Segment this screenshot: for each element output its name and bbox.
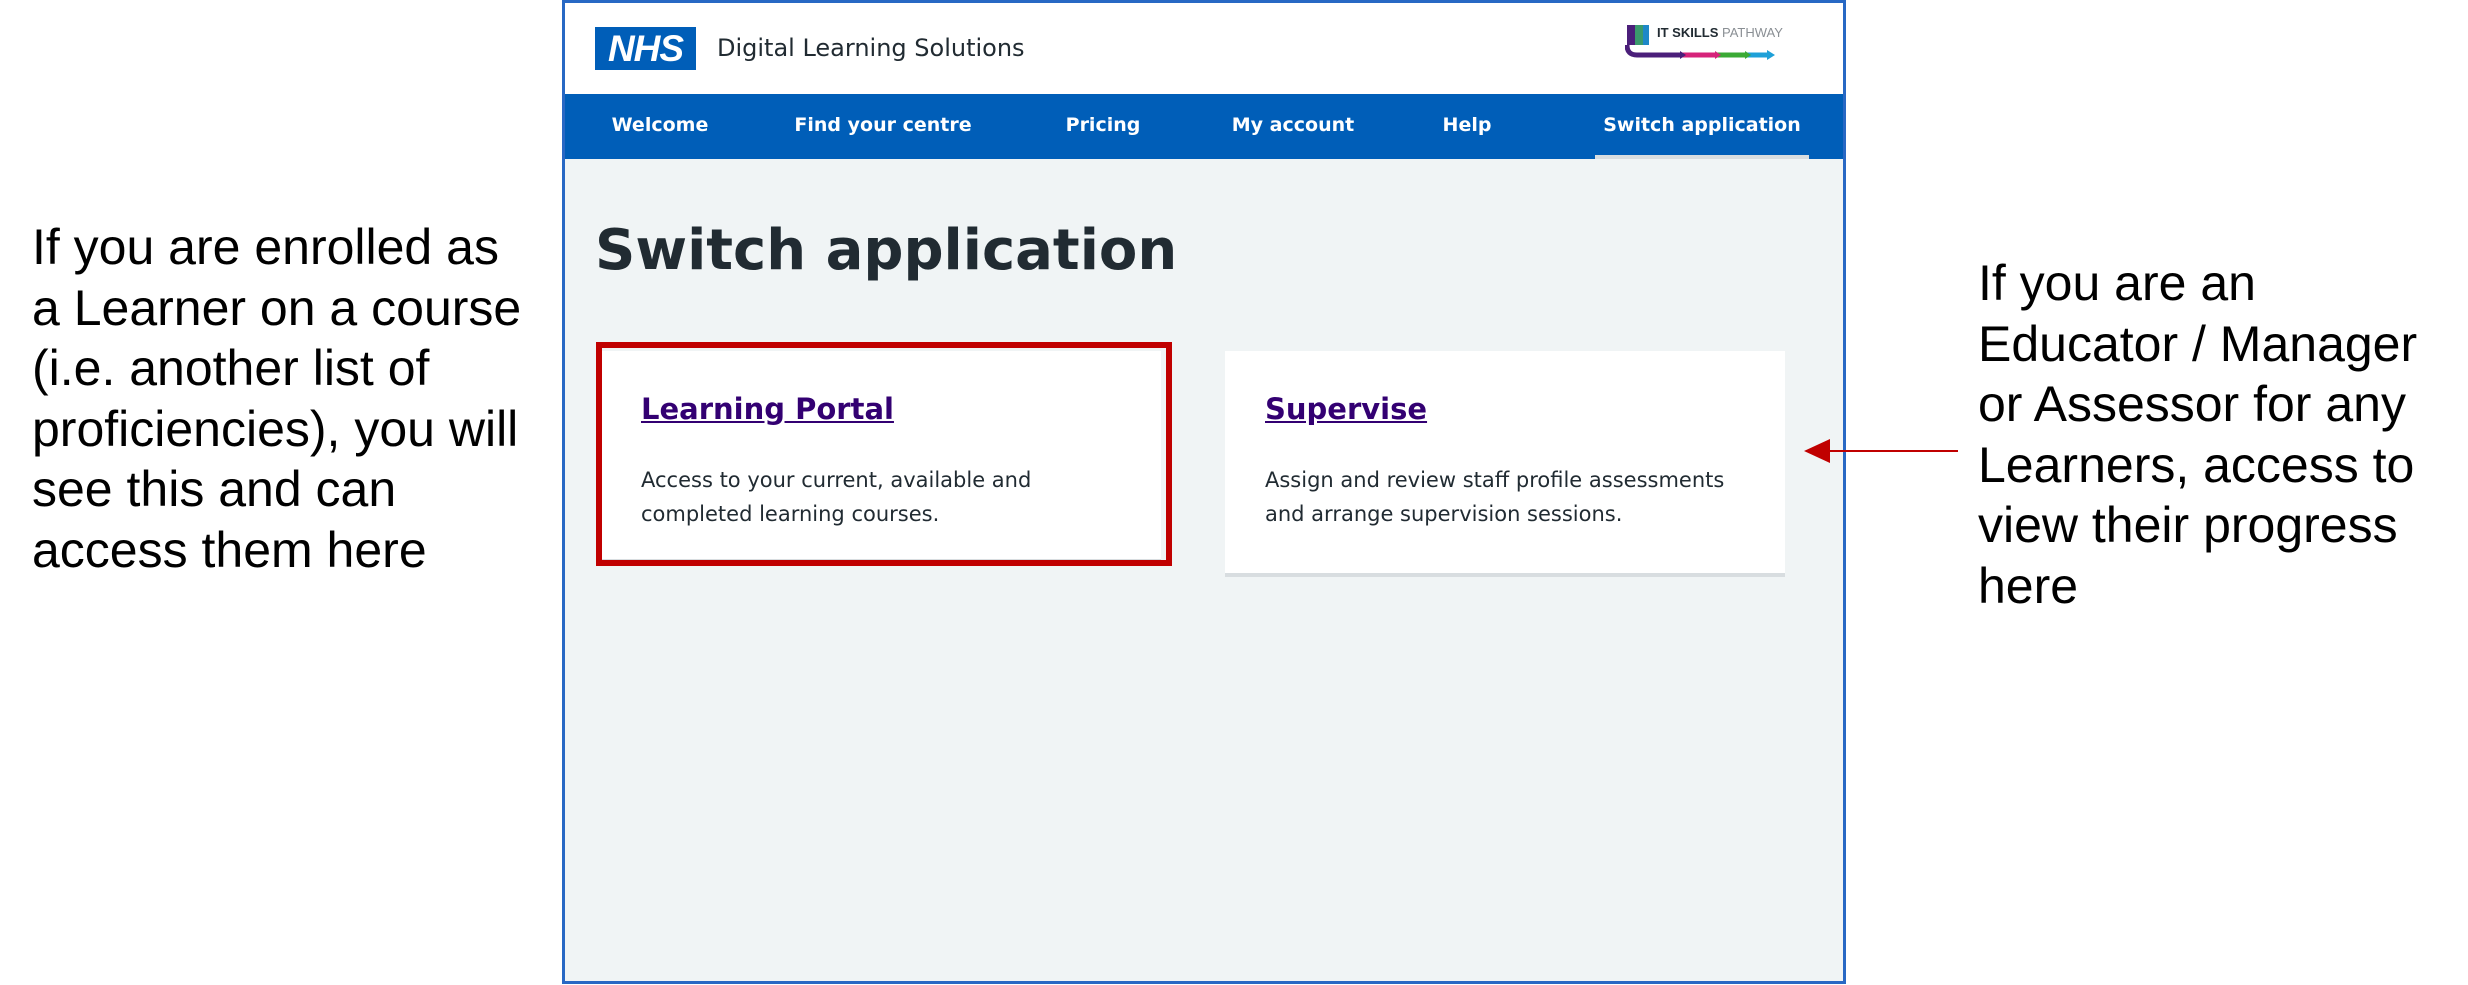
annotation-line: If you are an [1978, 255, 2256, 311]
nav-item-my-account[interactable]: My account [1213, 94, 1373, 159]
nav-item-help[interactable]: Help [1417, 94, 1517, 159]
nav-item-switch-application[interactable]: Switch application [1595, 94, 1809, 159]
supervise-card[interactable]: Supervise Assign and review staff profil… [1225, 351, 1785, 577]
learning-portal-card[interactable]: Learning Portal Access to your current, … [601, 351, 1161, 563]
partner-logo-text: IT SKILLS PATHWAY [1657, 25, 1783, 41]
annotation-line: (i.e. another list of [32, 340, 430, 396]
annotation-line: Learners, access to [1978, 436, 2415, 493]
annotation-arrow [1804, 439, 1958, 463]
nhs-logo[interactable]: NHS [595, 27, 696, 70]
learning-portal-description: Access to your current, available and co… [641, 468, 1032, 526]
supervise-description: Assign and review staff profile assessme… [1265, 468, 1725, 526]
supervise-link[interactable]: Supervise [1265, 391, 1427, 427]
annotation-line: Educator / Manager [1978, 315, 2418, 372]
annotation-line: If you are enrolled as [32, 219, 499, 275]
partner-logo-bold: IT SKILLS [1657, 25, 1719, 40]
page-title: Switch application [595, 218, 1178, 283]
nav-item-find-your-centre[interactable]: Find your centre [775, 94, 991, 159]
annotation-line: here [1978, 557, 2079, 614]
annotation-line: proficiencies), you will [32, 400, 519, 457]
annotation-line: or Assessor for any [1978, 376, 2406, 432]
annotation-line: a Learner on a course [32, 279, 522, 336]
left-annotation: If you are enrolled as a Learner on a co… [32, 217, 552, 580]
annotation-line: view their progress [1978, 497, 2398, 553]
annotation-line: see this and can [32, 461, 397, 517]
site-header: NHS Digital Learning Solutions IT SKILLS… [565, 3, 1843, 94]
partner-logo-light: PATHWAY [1722, 25, 1783, 40]
nav-item-pricing[interactable]: Pricing [1035, 94, 1171, 159]
learning-portal-link[interactable]: Learning Portal [641, 391, 894, 427]
nav-item-welcome[interactable]: Welcome [583, 94, 737, 159]
service-name[interactable]: Digital Learning Solutions [717, 33, 1025, 63]
right-annotation: If you are an Educator / Manager or Asse… [1978, 253, 2458, 616]
app-screenshot-frame: NHS Digital Learning Solutions IT SKILLS… [562, 0, 1846, 984]
primary-navigation: Welcome Find your centre Pricing My acco… [565, 94, 1843, 159]
annotation-line: access them here [32, 521, 427, 578]
